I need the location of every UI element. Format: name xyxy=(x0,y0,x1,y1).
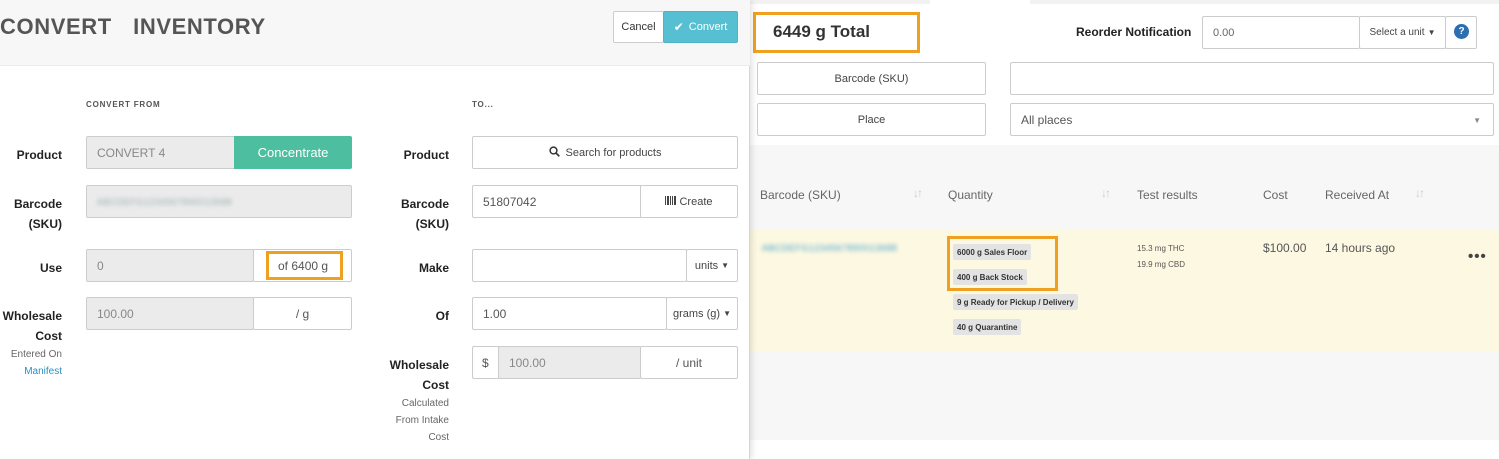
to-cost-label-line2: Cost xyxy=(422,378,449,392)
place-filter-select[interactable]: All places ▼ xyxy=(1010,103,1494,136)
row-received-at: 14 hours ago xyxy=(1325,241,1396,255)
use-label: Use xyxy=(39,261,62,275)
of-input[interactable]: 1.00 xyxy=(472,297,667,330)
from-cost-field: 100.00 xyxy=(86,297,254,330)
from-barcode-value: ABCDEFG1234567890013688 xyxy=(97,196,233,207)
help-icon[interactable]: ? xyxy=(1454,24,1469,39)
total-highlight xyxy=(753,12,920,53)
unit-select-value: Select a unit xyxy=(1369,27,1425,38)
cbd-result: 19.9 mg CBD xyxy=(1137,260,1186,269)
col-quantity[interactable]: Quantity xyxy=(948,188,993,202)
cancel-button[interactable]: Cancel xyxy=(613,11,664,43)
from-barcode-field: ABCDEFG1234567890013688 xyxy=(86,185,352,218)
from-cost-unit: / g xyxy=(253,297,352,330)
from-barcode-label-line1: Barcode xyxy=(13,197,62,211)
to-cost-note-line2: From Intake xyxy=(395,415,449,426)
search-products-label: Search for products xyxy=(565,146,662,159)
row-cost: $100.00 xyxy=(1263,241,1307,255)
to-cost-unit: / unit xyxy=(640,346,738,379)
to-barcode-label: Barcode (SKU) xyxy=(380,194,449,234)
sort-icon[interactable]: ↓↑ xyxy=(1101,186,1111,200)
create-barcode-button[interactable]: Create xyxy=(640,185,738,218)
sort-icon[interactable]: ↓↑ xyxy=(913,186,923,200)
to-product-label: Product xyxy=(403,148,449,162)
from-product-field: CONVERT 4 xyxy=(86,136,236,169)
col-received-at[interactable]: Received At xyxy=(1325,188,1389,202)
quantity-highlight xyxy=(947,236,1058,291)
create-barcode-label: Create xyxy=(679,195,713,208)
to-cost-note-line3: Cost xyxy=(428,432,449,443)
from-barcode-label: Barcode (SKU) xyxy=(0,194,62,234)
caret-down-icon: ▼ xyxy=(723,309,731,318)
modal-title: CONVERT INVENTORY xyxy=(0,14,266,39)
to-cost-label: Wholesale Cost xyxy=(380,355,449,395)
of-unit-select[interactable]: grams (g) ▼ xyxy=(666,297,738,330)
thc-result: 15.3 mg THC xyxy=(1137,244,1185,253)
sort-icon[interactable]: ↓↑ xyxy=(1415,186,1425,200)
make-unit-value: units xyxy=(694,259,719,272)
manifest-link[interactable]: Manifest xyxy=(0,363,62,380)
to-barcode-label-line2: (SKU) xyxy=(415,217,449,231)
col-test-results: Test results xyxy=(1137,188,1198,202)
barcode-filter-input[interactable] xyxy=(1010,62,1494,95)
place-filter-label[interactable]: Place xyxy=(757,103,986,136)
place-filter-value: All places xyxy=(1021,112,1073,127)
more-options-icon[interactable]: ••• xyxy=(1468,248,1487,265)
check-icon: ✔ xyxy=(673,20,684,34)
search-icon xyxy=(548,145,560,160)
top-strip xyxy=(750,0,1499,4)
entered-on-text: Entered On xyxy=(10,349,62,360)
search-products-button[interactable]: Search for products xyxy=(472,136,738,169)
convert-inventory-modal: CONVERT INVENTORY Cancel ✔ Convert CONVE… xyxy=(0,0,750,459)
quantity-ready-pickup: 9 g Ready for Pickup / Delivery xyxy=(953,294,1078,310)
to-cost-label-line1: Wholesale xyxy=(389,358,449,372)
of-unit-value: grams (g) xyxy=(673,307,721,320)
to-cost-note-line1: Calculated xyxy=(401,398,449,409)
reorder-notification-label: Reorder Notification xyxy=(1076,25,1192,39)
caret-down-icon: ▼ xyxy=(721,261,730,270)
convert-from-heading: CONVERT FROM xyxy=(86,100,161,109)
caret-down-icon: ▼ xyxy=(1427,28,1436,37)
caret-down-icon: ▼ xyxy=(1473,116,1481,125)
from-cost-label-line1: Wholesale xyxy=(2,309,62,323)
use-of-highlight xyxy=(266,251,343,280)
make-input[interactable] xyxy=(472,249,687,282)
row-barcode-link[interactable]: ABCDEFG1234567890013688 xyxy=(762,243,897,253)
unit-select[interactable]: Select a unit ▼ xyxy=(1359,16,1446,49)
use-input[interactable]: 0 xyxy=(86,249,254,282)
convert-button[interactable]: ✔ Convert xyxy=(663,11,738,43)
to-cost-field: 100.00 xyxy=(498,346,641,379)
reorder-input[interactable]: 0.00 xyxy=(1202,16,1360,49)
from-cost-label: Wholesale Cost xyxy=(0,306,62,346)
make-unit-select[interactable]: units ▼ xyxy=(686,249,738,282)
from-barcode-label-line2: (SKU) xyxy=(28,217,62,231)
from-product-label: Product xyxy=(16,148,62,162)
currency-addon: $ xyxy=(472,346,500,379)
to-barcode-label-line1: Barcode xyxy=(400,197,449,211)
col-barcode[interactable]: Barcode (SKU) xyxy=(760,188,841,202)
from-cost-label-line2: Cost xyxy=(35,329,62,343)
make-label: Make xyxy=(418,261,449,275)
barcode-icon xyxy=(665,195,677,208)
convert-button-label: Convert xyxy=(688,21,728,33)
quantity-quarantine: 40 g Quarantine xyxy=(953,319,1022,335)
of-label: Of xyxy=(435,309,449,323)
convert-to-heading: TO... xyxy=(472,100,494,109)
to-barcode-input[interactable]: 51807042 xyxy=(472,185,642,218)
col-cost: Cost xyxy=(1263,188,1288,202)
active-tab-gap xyxy=(930,0,1030,4)
modal-header: CONVERT INVENTORY Cancel ✔ Convert xyxy=(0,0,750,66)
barcode-filter-label[interactable]: Barcode (SKU) xyxy=(757,62,986,95)
product-category-badge[interactable]: Concentrate xyxy=(234,136,352,169)
